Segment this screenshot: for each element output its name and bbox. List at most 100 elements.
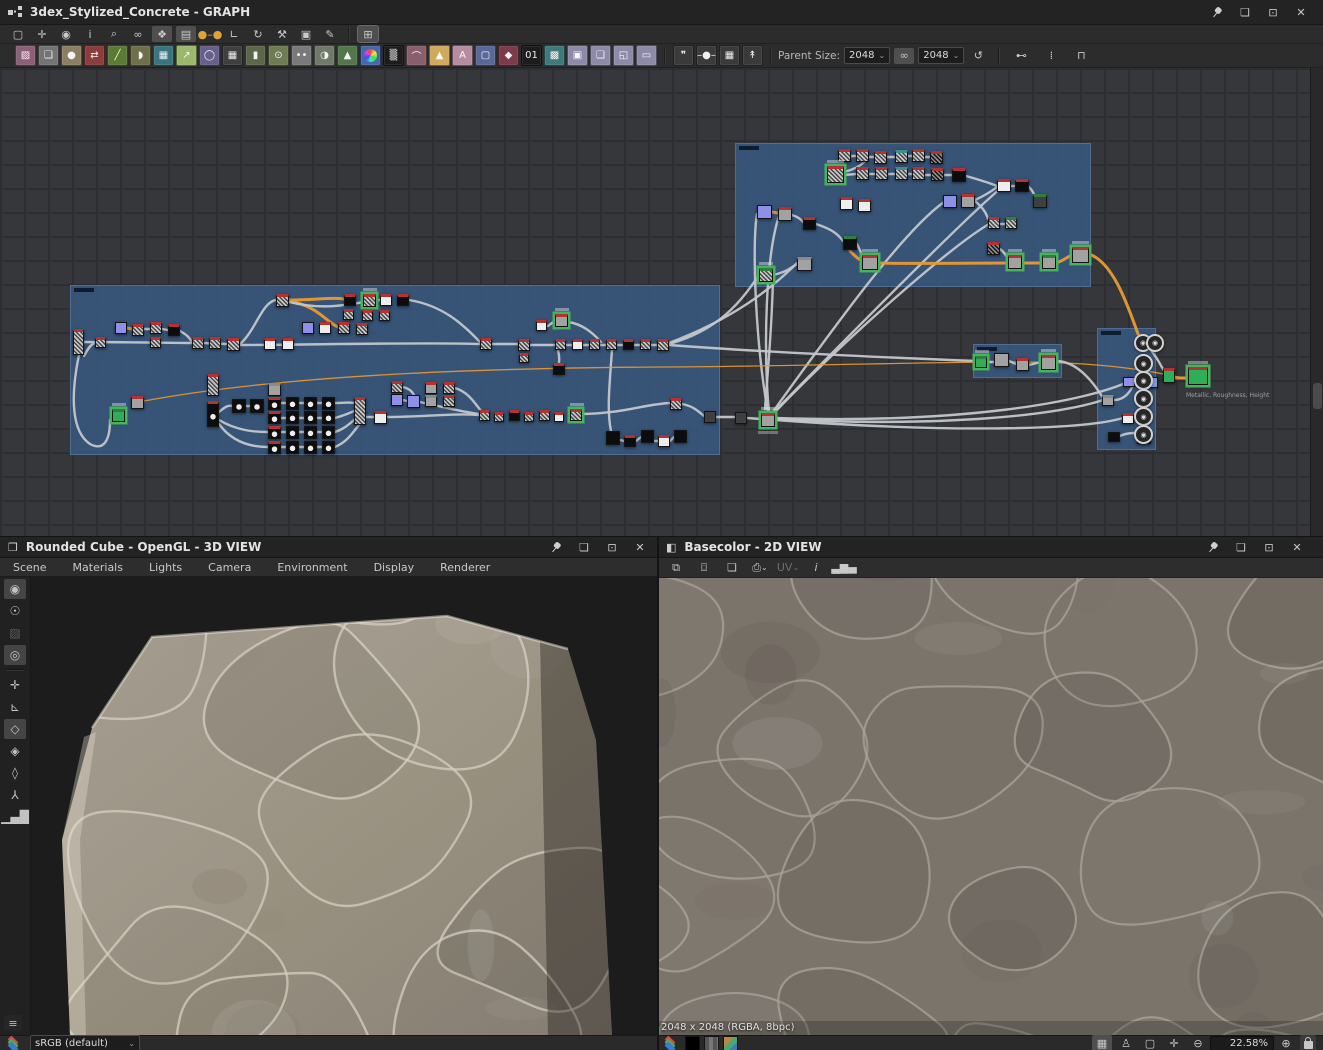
- channel-shuffle-node-icon[interactable]: ⇄: [84, 45, 105, 66]
- curve-node-icon[interactable]: ╱: [107, 45, 128, 66]
- graph-node[interactable]: [425, 395, 437, 407]
- graph-node[interactable]: [1122, 413, 1134, 424]
- spline-node-icon[interactable]: ⌒: [406, 45, 427, 66]
- levels-node-icon[interactable]: ◑: [314, 45, 335, 66]
- rotate-icon[interactable]: ↻: [248, 26, 268, 42]
- pan-icon[interactable]: ✛: [1164, 1035, 1184, 1050]
- blend-node-icon[interactable]: ❏: [38, 45, 59, 66]
- graph-node[interactable]: [480, 338, 492, 350]
- graph-node[interactable]: [930, 151, 943, 164]
- graph-node[interactable]: [988, 217, 1000, 229]
- display-icon[interactable]: ◎: [4, 645, 26, 665]
- graph-node[interactable]: [553, 363, 565, 375]
- graph-node[interactable]: [209, 337, 221, 349]
- graph-node[interactable]: [227, 338, 240, 351]
- graph-node[interactable]: [843, 236, 857, 250]
- svg-node-icon[interactable]: ◱: [613, 45, 634, 66]
- graph-node[interactable]: [1188, 367, 1208, 385]
- graph-node[interactable]: [1016, 358, 1029, 371]
- graph-node[interactable]: [494, 412, 504, 422]
- graph-node[interactable]: [555, 339, 566, 350]
- pin-icon[interactable]: [548, 539, 564, 555]
- graph-node[interactable]: [1005, 217, 1017, 229]
- tile-node-icon[interactable]: ▩: [544, 45, 565, 66]
- menu-materials[interactable]: Materials: [60, 558, 136, 576]
- graph-node[interactable]: [757, 205, 772, 219]
- connect-tool-icon[interactable]: ⊷: [1011, 48, 1031, 64]
- warning-node-icon[interactable]: ▲: [429, 45, 450, 66]
- graph-node[interactable]: [302, 322, 314, 334]
- graph-node[interactable]: [344, 294, 356, 306]
- menu-lights[interactable]: Lights: [136, 558, 195, 576]
- graph-node[interactable]: [1033, 194, 1047, 208]
- graph-node[interactable]: [572, 339, 583, 350]
- graph-node[interactable]: [759, 268, 773, 282]
- fxmap-node-icon[interactable]: ▣: [567, 45, 588, 66]
- output-dot-node[interactable]: ◉: [1134, 407, 1153, 426]
- graph-node[interactable]: [856, 149, 869, 162]
- close-icon[interactable]: ✕: [632, 539, 648, 555]
- align-vertical-icon[interactable]: ⁞: [1041, 48, 1061, 64]
- link-nodes-icon[interactable]: ∞: [128, 26, 148, 42]
- layout-toggle-icon[interactable]: ≡: [4, 1015, 22, 1031]
- info-icon[interactable]: i: [80, 26, 100, 42]
- close-icon[interactable]: ✕: [1293, 4, 1309, 20]
- graph-node[interactable]: [519, 353, 529, 363]
- export-icon[interactable]: ⎙ ⌄: [750, 560, 770, 576]
- lock-icon[interactable]: [1300, 1035, 1316, 1050]
- thumbnail-icon[interactable]: ▣: [296, 26, 316, 42]
- graph-node[interactable]: [874, 151, 887, 164]
- graph-node[interactable]: [641, 430, 654, 443]
- graph-node[interactable]: [1072, 247, 1089, 263]
- mannequin-icon[interactable]: ♙: [1116, 1035, 1136, 1050]
- graph-node[interactable]: [322, 441, 335, 454]
- graph-node[interactable]: [443, 382, 455, 394]
- graph-node[interactable]: [363, 294, 376, 307]
- graph-node[interactable]: [407, 395, 420, 408]
- brush-icon[interactable]: ✎: [320, 26, 340, 42]
- graph-node[interactable]: [322, 397, 335, 410]
- graph-node[interactable]: [192, 337, 204, 349]
- graph-node[interactable]: [987, 242, 1000, 255]
- float-icon[interactable]: ❏: [1237, 4, 1253, 20]
- dot-link-icon[interactable]: ●–●: [198, 26, 223, 42]
- wrench-icon[interactable]: ⚒: [272, 26, 292, 42]
- graph-node[interactable]: [282, 338, 294, 350]
- graph-node[interactable]: [304, 441, 317, 454]
- graph-node[interactable]: [670, 398, 682, 410]
- graph-node[interactable]: [95, 337, 106, 348]
- graph-node[interactable]: [286, 411, 299, 424]
- menu-display[interactable]: Display: [361, 558, 428, 576]
- graph-node[interactable]: [276, 294, 289, 307]
- parent-size-height-select[interactable]: 2048 ⌄: [918, 47, 965, 64]
- normal-node-icon[interactable]: ▲: [337, 45, 358, 66]
- hsl-node-icon[interactable]: ••: [291, 45, 312, 66]
- graph-node[interactable]: [912, 149, 925, 162]
- graph-node[interactable]: [589, 339, 600, 350]
- tiling-grid-icon[interactable]: ▦: [1092, 1035, 1112, 1050]
- link-size-icon[interactable]: ∞: [894, 47, 915, 64]
- close-icon[interactable]: ✕: [1289, 539, 1305, 555]
- graph-node[interactable]: [1163, 368, 1175, 383]
- view2d-viewport[interactable]: 2048 x 2048 (RGBA, 8bpc): [658, 578, 1323, 1035]
- graph-node[interactable]: [912, 167, 925, 180]
- graph-node[interactable]: [539, 410, 550, 421]
- graph-node[interactable]: [827, 166, 844, 183]
- directional-warp-node-icon[interactable]: ▦: [153, 45, 174, 66]
- graph-node[interactable]: [479, 410, 490, 421]
- graph-node[interactable]: [150, 322, 162, 334]
- menu-scene[interactable]: Scene: [0, 558, 60, 576]
- graph-node[interactable]: [606, 339, 617, 350]
- graph-node[interactable]: [895, 150, 908, 163]
- graph-node[interactable]: [518, 339, 530, 351]
- graph-canvas[interactable]: ◉ ◉ ◉ ◉ ◉ ◉ ◉ Metallic, Roughness, Height: [0, 68, 1310, 537]
- graph-node[interactable]: [1102, 395, 1114, 406]
- graph-node[interactable]: [268, 397, 281, 410]
- output-dot-node[interactable]: ◉: [1146, 334, 1164, 352]
- graph-node[interactable]: [397, 294, 409, 306]
- reset-size-icon[interactable]: ↺: [968, 48, 988, 64]
- graph-node[interactable]: [803, 217, 816, 230]
- panel-divider[interactable]: [657, 537, 659, 1050]
- vertex-cube-icon[interactable]: ◈: [4, 741, 26, 761]
- panel-divider[interactable]: [0, 536, 1323, 537]
